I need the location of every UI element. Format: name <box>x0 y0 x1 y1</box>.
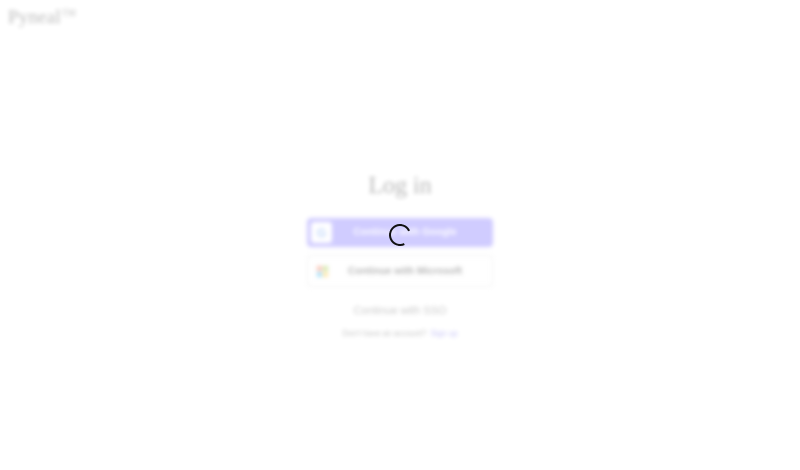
page-title: Log in <box>368 173 432 199</box>
brand-name: Pyneal <box>8 7 61 28</box>
login-page: PynealTM Log in G Continue with Google C… <box>0 0 800 470</box>
brand-logo[interactable]: PynealTM <box>8 7 76 29</box>
signup-prompt-text: Don't have an account? <box>342 329 427 338</box>
signup-link[interactable]: Sign up <box>430 329 457 338</box>
continue-with-sso-link[interactable]: Continue with SSO <box>354 305 447 317</box>
microsoft-button-label: Continue with Microsoft <box>348 265 462 277</box>
google-icon: G <box>311 222 332 243</box>
login-panel: Log in G Continue with Google Continue w… <box>307 170 493 338</box>
signup-prompt: Don't have an account? Sign up <box>342 329 457 338</box>
continue-with-microsoft-button[interactable]: Continue with Microsoft <box>307 255 493 287</box>
microsoft-icon <box>312 261 333 282</box>
trademark-mark: TM <box>61 7 76 18</box>
